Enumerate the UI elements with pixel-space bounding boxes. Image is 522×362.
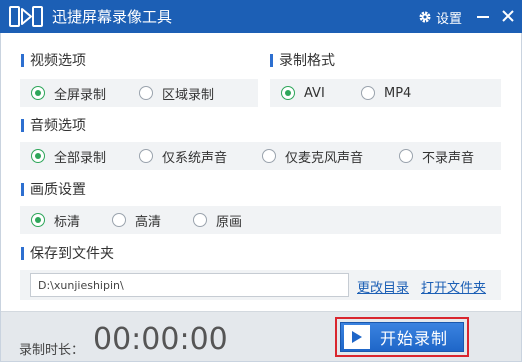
section-marker (21, 246, 24, 260)
radio-sd[interactable]: 标清 (31, 212, 81, 230)
radio-label: 标清 (54, 214, 81, 230)
radio-mp4[interactable]: MP4 (361, 85, 411, 101)
close-icon[interactable] (500, 8, 516, 24)
radio-label: AVI (304, 85, 325, 101)
radio-label: 原画 (216, 214, 243, 230)
radio-label: 仅系统声音 (162, 150, 228, 166)
window-title: 迅捷屏幕录像工具 (52, 8, 173, 26)
radio-label: 仅麦克风声音 (285, 150, 364, 166)
save-path-input[interactable] (30, 273, 349, 297)
duration-label: 录制时长： (19, 343, 85, 358)
video-options-title: 视频选项 (30, 53, 86, 69)
settings-label: 设置 (436, 11, 463, 27)
save-path-row: 更改目录 打开文件夹 (20, 270, 501, 300)
start-recording-button[interactable]: 开始录制 (340, 322, 464, 352)
radio-avi[interactable]: AVI (281, 85, 325, 101)
radio-label: 全屏录制 (54, 87, 107, 103)
format-title: 录制格式 (279, 53, 335, 69)
section-marker (270, 53, 273, 67)
audio-options-title: 音频选项 (30, 118, 86, 134)
radio-label: MP4 (384, 85, 412, 101)
quality-heading: 画质设置 (21, 180, 86, 198)
section-marker (21, 118, 24, 132)
radio-dot (262, 149, 276, 163)
audio-options-row: 全部录制 仅系统声音 仅麦克风声音 不录声音 (20, 142, 501, 170)
format-options-row: AVI MP4 (270, 79, 501, 107)
format-heading: 录制格式 (270, 51, 335, 69)
settings-button[interactable]: 设置 (418, 8, 463, 27)
radio-no-audio[interactable]: 不录声音 (399, 148, 475, 166)
radio-dot (361, 86, 375, 100)
radio-label: 全部录制 (54, 150, 107, 166)
title-bar: 迅捷屏幕录像工具 设置 (0, 0, 522, 33)
start-button-highlight: 开始录制 (335, 317, 469, 357)
start-recording-label: 开始录制 (380, 329, 449, 348)
video-options-heading: 视频选项 (21, 51, 86, 69)
video-options-row: 全屏录制 区域录制 (20, 79, 258, 107)
radio-dot (31, 213, 45, 227)
open-folder-link[interactable]: 打开文件夹 (421, 277, 486, 296)
quality-title: 画质设置 (30, 182, 86, 198)
radio-label: 区域录制 (162, 87, 215, 103)
radio-label: 不录声音 (422, 150, 475, 166)
section-marker (21, 53, 24, 67)
radio-dot (31, 86, 45, 100)
radio-all-audio[interactable]: 全部录制 (31, 148, 107, 166)
radio-dot (31, 149, 45, 163)
radio-system-audio[interactable]: 仅系统声音 (139, 148, 228, 166)
radio-dot (139, 86, 153, 100)
gear-icon (419, 11, 431, 23)
minimize-icon[interactable] (475, 8, 491, 24)
radio-dot (399, 149, 413, 163)
quality-options-row: 标清 高清 原画 (20, 206, 501, 234)
radio-dot (139, 149, 153, 163)
radio-dot (281, 86, 295, 100)
radio-dot (193, 213, 207, 227)
radio-fullscreen[interactable]: 全屏录制 (31, 85, 107, 103)
radio-label: 高清 (135, 214, 162, 230)
save-folder-heading: 保存到文件夹 (21, 244, 114, 262)
radio-region[interactable]: 区域录制 (139, 85, 215, 103)
section-marker (21, 182, 24, 196)
duration-timer: 00:00:00 (93, 322, 228, 357)
radio-original[interactable]: 原画 (193, 212, 243, 230)
play-icon (344, 325, 370, 349)
footer-bar: 录制时长： 00:00:00 开始录制 (1, 311, 521, 361)
save-folder-title: 保存到文件夹 (30, 246, 114, 262)
radio-dot (112, 213, 126, 227)
audio-options-heading: 音频选项 (21, 116, 86, 134)
video-logo-icon (9, 6, 43, 27)
radio-mic-audio[interactable]: 仅麦克风声音 (262, 148, 364, 166)
radio-hd[interactable]: 高清 (112, 212, 162, 230)
change-directory-link[interactable]: 更改目录 (357, 277, 409, 296)
